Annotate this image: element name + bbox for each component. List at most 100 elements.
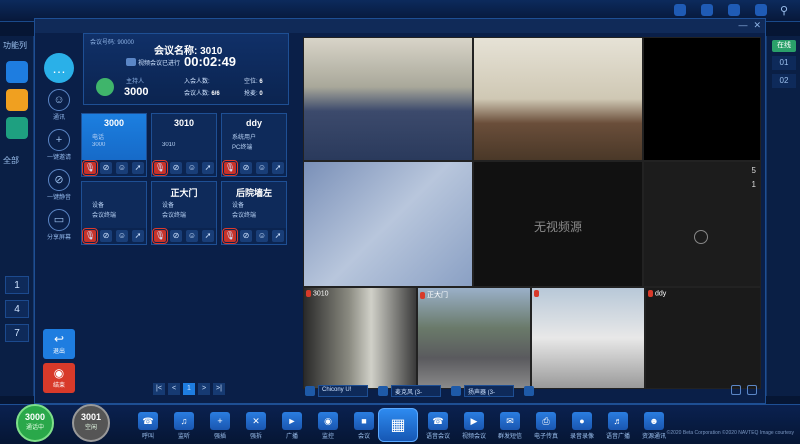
close-icon[interactable]: ✕ — [753, 20, 761, 31]
first-page-button[interactable]: |< — [153, 383, 165, 395]
pin-icon[interactable]: ➚ — [272, 230, 284, 242]
participant-card[interactable]: 3010 3010 🎙 ⊘ ☺ ➚ — [151, 113, 217, 177]
mic-icon[interactable]: 🎙 — [82, 160, 98, 176]
pin-icon[interactable]: ➚ — [202, 162, 214, 174]
pin-icon[interactable]: ➚ — [132, 162, 144, 174]
mic-icon[interactable]: 🎙 — [152, 228, 168, 244]
speaker-select[interactable]: 扬声器 (3- — [451, 385, 514, 397]
camera-select[interactable]: Chicony U! — [305, 385, 368, 397]
chat-icon[interactable]: … — [44, 53, 74, 83]
dial-key[interactable]: 4 — [5, 300, 29, 318]
contacts-button[interactable]: ☻ 资源通讯 — [640, 412, 668, 440]
surveillance-button[interactable]: ◉ 监控 — [314, 412, 342, 440]
mic-select[interactable]: 麦克风 (3- — [378, 385, 441, 397]
video-tile[interactable] — [303, 37, 473, 161]
video-tile[interactable]: 正大门 — [417, 287, 531, 389]
call-button[interactable]: ☎ 呼叫 — [134, 412, 162, 440]
force-release-button[interactable]: ✕ 强拆 — [242, 412, 270, 440]
sidebar-item-share-screen[interactable]: ▭ 分享屏幕 — [41, 209, 77, 241]
user-icon[interactable]: ☺ — [116, 230, 128, 242]
user-icon[interactable]: ☺ — [116, 162, 128, 174]
pin-icon[interactable]: ➚ — [202, 230, 214, 242]
block-icon[interactable]: ⊘ — [240, 230, 252, 242]
end-meeting-button[interactable]: ◉ 结束 — [43, 363, 75, 393]
background-right-panel: 在线 01 02 — [766, 36, 800, 396]
block-icon[interactable]: ⊘ — [170, 162, 182, 174]
recording-button[interactable]: ● 录音录像 — [568, 412, 596, 440]
user-icon[interactable]: ☺ — [186, 162, 198, 174]
top-nav-item[interactable] — [728, 4, 743, 16]
participant-card[interactable]: 后院墙左 设备 会议终端 🎙 ⊘ ☺ ➚ — [221, 181, 287, 245]
fax-button[interactable]: ⎙ 电子传真 — [532, 412, 560, 440]
user-icon[interactable]: ☺ — [256, 162, 268, 174]
participant-card[interactable]: 3000 电话 3000 🎙 ⊘ ☺ ➚ — [81, 113, 147, 177]
video-tile[interactable] — [643, 37, 761, 161]
mic-icon[interactable]: 🎙 — [222, 160, 238, 176]
headset-icon: ♫ — [174, 412, 194, 430]
layout-icon[interactable] — [731, 385, 741, 395]
video-tile[interactable] — [473, 37, 643, 161]
event-button[interactable] — [6, 61, 28, 83]
video-grid: 无视频源 5 1 3010 正大门 ddy — [303, 37, 761, 389]
user-icon: ☺ — [48, 89, 70, 111]
video-meeting-button[interactable]: ▶ 视频会议 — [460, 412, 488, 440]
right-list-item[interactable]: 01 — [772, 56, 796, 70]
participant-card[interactable]: 正大门 设备 会议终端 🎙 ⊘ ☺ ➚ — [151, 181, 217, 245]
video-tile[interactable] — [531, 287, 645, 389]
call-button[interactable] — [6, 117, 28, 139]
dial-key[interactable]: 7 — [5, 324, 29, 342]
bell-icon — [728, 4, 740, 16]
pin-icon[interactable]: ➚ — [132, 230, 144, 242]
meeting-timer: 00:02:49 — [184, 54, 237, 69]
last-page-button[interactable]: >| — [213, 383, 225, 395]
dial-key[interactable]: 1 — [5, 276, 29, 294]
block-icon[interactable]: ⊘ — [100, 230, 112, 242]
sms-button[interactable] — [6, 89, 28, 111]
fullscreen-icon[interactable] — [747, 385, 757, 395]
group-sms-button[interactable]: ✉ 群发短信 — [496, 412, 524, 440]
video-tile[interactable]: 无视频源 — [473, 161, 643, 287]
sidebar-item-mute-all[interactable]: ⊘ 一键静音 — [41, 169, 77, 201]
home-button[interactable]: ▦ — [378, 408, 418, 442]
video-tile[interactable]: 3010 — [303, 287, 417, 389]
pin-icon[interactable]: ➚ — [272, 162, 284, 174]
user-icon[interactable]: ☺ — [256, 230, 268, 242]
participant-card[interactable]: ddy 系统用户 PC终端 🎙 ⊘ ☺ ➚ — [221, 113, 287, 177]
total-stat: 会议人数: 6/6 — [184, 91, 220, 97]
host-number: 3000 — [124, 86, 149, 98]
right-list-item[interactable]: 02 — [772, 74, 796, 88]
sidebar-item-call[interactable]: ☺ 通讯 — [41, 89, 77, 121]
prev-page-button[interactable]: < — [168, 383, 180, 395]
exit-meeting-button[interactable]: ↩ 退出 — [43, 329, 75, 359]
top-nav-item[interactable] — [674, 4, 689, 16]
minimize-icon[interactable]: — — [738, 20, 747, 31]
no-video-text: 无视频源 — [533, 220, 582, 234]
voice-meeting-button[interactable]: ☎ 语音会议 — [424, 412, 452, 440]
top-nav-item[interactable] — [755, 4, 770, 16]
block-icon[interactable]: ⊘ — [100, 162, 112, 174]
mic-icon[interactable]: 🎙 — [82, 228, 98, 244]
user-status-chip[interactable]: 3001 空闲 — [72, 404, 110, 442]
monitor-button[interactable]: ♫ 监听 — [170, 412, 198, 440]
online-chip[interactable]: 在线 — [772, 40, 796, 52]
video-tile[interactable] — [303, 161, 473, 287]
settings-icon[interactable] — [524, 386, 534, 396]
next-page-button[interactable]: > — [198, 383, 210, 395]
meeting-button[interactable]: ■ 会议 — [350, 412, 378, 440]
barge-in-button[interactable]: + 强插 — [206, 412, 234, 440]
video-tile[interactable]: 5 1 — [643, 161, 761, 287]
block-icon[interactable]: ⊘ — [170, 230, 182, 242]
mic-icon[interactable]: 🎙 — [222, 228, 238, 244]
broadcast-button[interactable]: ► 广播 — [278, 412, 306, 440]
mic-icon[interactable]: 🎙 — [152, 160, 168, 176]
top-nav-item[interactable] — [701, 4, 716, 16]
page-number[interactable]: 1 — [183, 383, 195, 395]
user-status-chip[interactable]: 3000 通话中 — [16, 404, 54, 442]
sidebar-item-invite[interactable]: + 一键邀请 — [41, 129, 77, 161]
user-icon[interactable]: ☺ — [186, 230, 198, 242]
video-tile[interactable]: ddy — [645, 287, 761, 389]
search-icon[interactable]: ⚲ — [780, 4, 794, 18]
participant-card[interactable]: 设备 会议终端 🎙 ⊘ ☺ ➚ — [81, 181, 147, 245]
voice-broadcast-button[interactable]: ♬ 语音广播 — [604, 412, 632, 440]
block-icon[interactable]: ⊘ — [240, 162, 252, 174]
